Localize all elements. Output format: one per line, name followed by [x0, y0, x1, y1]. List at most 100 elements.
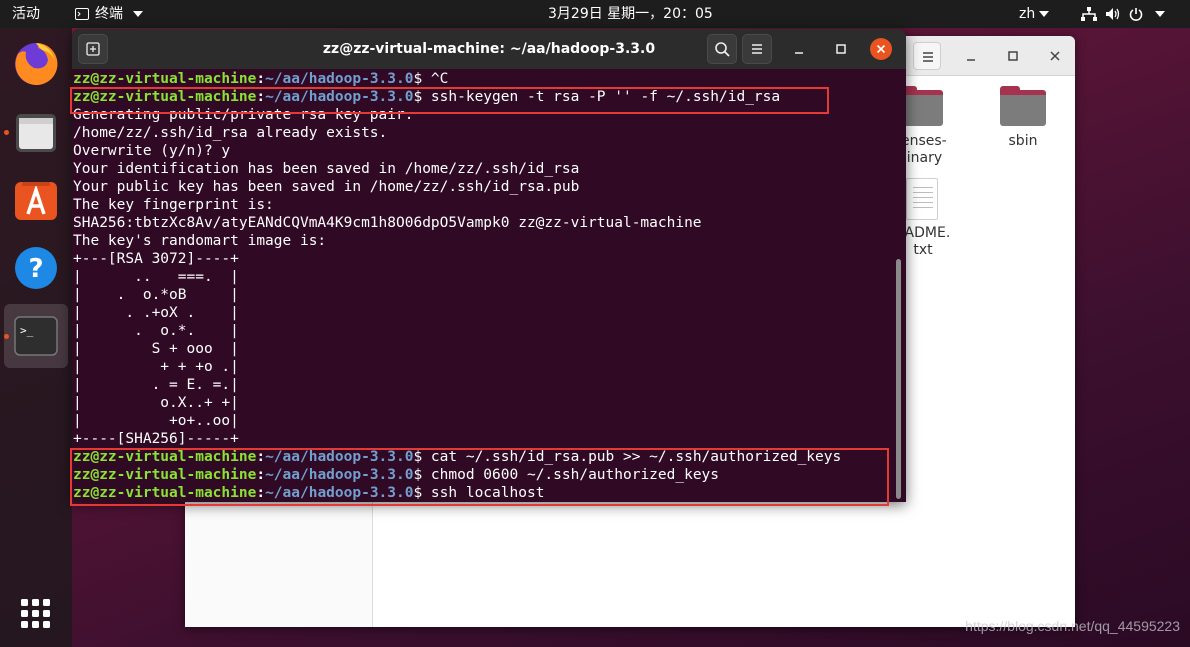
- prompt-separator: :: [256, 449, 266, 465]
- dock: ? >_: [0, 28, 72, 647]
- terminal-output-line: Overwrite (y/n)? y: [73, 142, 893, 160]
- output-text: +----[SHA256]-----+: [73, 431, 239, 447]
- terminal-window[interactable]: zz@zz-virtual-machine: ~/aa/hadoop-3.3.0…: [72, 29, 906, 502]
- text-file-icon[interactable]: [906, 178, 938, 220]
- output-text: /home/zz/.ssh/id_rsa already exists.: [73, 125, 388, 141]
- prompt-end: $: [413, 485, 423, 501]
- output-text: Overwrite (y/n)? y: [73, 143, 231, 159]
- terminal-output-line: SHA256:tbtzXc8Av/atyEANdCQVmA4K9cm1h8O06…: [73, 214, 893, 232]
- prompt-separator: :: [256, 71, 266, 87]
- terminal-output-line: Your identification has been saved in /h…: [73, 160, 893, 178]
- firefox-icon[interactable]: [12, 40, 60, 88]
- terminal-output-line: | . = E. =.|: [73, 376, 893, 394]
- terminal-output-line: Your public key has been saved in /home/…: [73, 178, 893, 196]
- terminal-output-line: | S + ooo |: [73, 340, 893, 358]
- terminal-app-icon: [75, 8, 89, 20]
- close-button[interactable]: [1041, 42, 1069, 70]
- input-method-menu[interactable]: zh: [1019, 0, 1050, 28]
- output-text: Your identification has been saved in /h…: [73, 161, 580, 177]
- app-grid-icon[interactable]: [12, 590, 60, 638]
- command-text: chmod 0600 ~/.ssh/authorized_keys: [422, 467, 720, 483]
- command-text: ssh localhost: [422, 485, 545, 501]
- file-label-line: sbin: [1008, 133, 1038, 149]
- prompt-end: $: [413, 89, 423, 105]
- file-manager-menu-button[interactable]: [913, 42, 941, 70]
- volume-icon: [1105, 7, 1121, 21]
- terminal-output-line: | . o.*. |: [73, 322, 893, 340]
- terminal-command-line: zz@zz-virtual-machine:~/aa/hadoop-3.3.0$…: [73, 466, 893, 484]
- output-text: | S + ooo |: [73, 341, 239, 357]
- chevron-down-icon: [133, 11, 143, 17]
- system-status-menu[interactable]: [1081, 0, 1165, 28]
- network-icon: [1081, 7, 1097, 21]
- terminal-command-line: zz@zz-virtual-machine:~/aa/hadoop-3.3.0$…: [73, 448, 893, 466]
- output-text: | . .+oX . |: [73, 305, 239, 321]
- top-bar: 活动 终端 3月29日 星期一，20：05 zh: [0, 0, 1190, 28]
- terminal-titlebar[interactable]: zz@zz-virtual-machine: ~/aa/hadoop-3.3.0: [72, 29, 906, 69]
- new-tab-button[interactable]: [78, 34, 108, 64]
- prompt-end: $: [413, 467, 423, 483]
- search-button[interactable]: [707, 34, 737, 64]
- output-text: | +o+..oo|: [73, 413, 239, 429]
- terminal-output-line: | .. ===. |: [73, 268, 893, 286]
- terminal-icon[interactable]: >_: [12, 312, 60, 360]
- folder-icon[interactable]: [1000, 86, 1046, 126]
- terminal-command-line: zz@zz-virtual-machine:~/aa/hadoop-3.3.0$…: [73, 88, 893, 106]
- watermark: https://blog.csdn.net/qq_44595223: [965, 618, 1180, 634]
- prompt-separator: :: [256, 89, 266, 105]
- scrollbar[interactable]: [896, 259, 901, 499]
- terminal-output-line: +---[RSA 3072]----+: [73, 250, 893, 268]
- terminal-title: zz@zz-virtual-machine: ~/aa/hadoop-3.3.0: [322, 41, 656, 57]
- close-button[interactable]: [870, 38, 892, 60]
- power-icon: [1129, 7, 1143, 21]
- terminal-output-line: | o.X..+ +|: [73, 394, 893, 412]
- terminal-output-line: The key's randomart image is:: [73, 232, 893, 250]
- prompt-user: zz@zz-virtual-machine: [73, 89, 257, 105]
- file-label[interactable]: sbin: [985, 133, 1061, 150]
- terminal-output-line: | . .+oX . |: [73, 304, 893, 322]
- minimize-button[interactable]: [957, 42, 985, 70]
- output-text: Your public key has been saved in /home/…: [73, 179, 580, 195]
- prompt-path: ~/aa/hadoop-3.3.0: [265, 71, 414, 87]
- activities-button[interactable]: 活动: [12, 0, 40, 28]
- prompt-path: ~/aa/hadoop-3.3.0: [265, 89, 414, 105]
- terminal-output-line: Generating public/private rsa key pair.: [73, 106, 893, 124]
- clock[interactable]: 3月29日 星期一，20：05: [548, 0, 713, 28]
- prompt-path: ~/aa/hadoop-3.3.0: [265, 485, 414, 501]
- output-text: | . o.*. |: [73, 323, 239, 339]
- prompt-separator: :: [256, 467, 266, 483]
- help-icon[interactable]: ?: [12, 244, 60, 292]
- prompt-end: $: [413, 71, 423, 87]
- app-menu-button[interactable]: 终端: [75, 0, 143, 28]
- command-text: ssh-keygen -t rsa -P '' -f ~/.ssh/id_rsa: [422, 89, 781, 105]
- output-text: +---[RSA 3072]----+: [73, 251, 239, 267]
- output-text: SHA256:tbtzXc8Av/atyEANdCQVmA4K9cm1h8O06…: [73, 215, 702, 231]
- output-text: The key's randomart image is:: [73, 233, 327, 249]
- maximize-button[interactable]: [826, 34, 856, 64]
- prompt-user: zz@zz-virtual-machine: [73, 449, 257, 465]
- maximize-button[interactable]: [999, 42, 1027, 70]
- output-text: | + + +o .|: [73, 359, 239, 375]
- command-text: cat ~/.ssh/id_rsa.pub >> ~/.ssh/authoriz…: [422, 449, 842, 465]
- prompt-user: zz@zz-virtual-machine: [73, 71, 257, 87]
- chevron-down-icon: [1155, 11, 1165, 17]
- minimize-button[interactable]: [784, 34, 814, 64]
- terminal-output[interactable]: zz@zz-virtual-machine:~/aa/hadoop-3.3.0$…: [73, 70, 893, 502]
- menu-button[interactable]: [742, 34, 772, 64]
- output-text: The key fingerprint is:: [73, 197, 274, 213]
- output-text: | o.X..+ +|: [73, 395, 239, 411]
- terminal-output-line: | +o+..oo|: [73, 412, 893, 430]
- prompt-path: ~/aa/hadoop-3.3.0: [265, 467, 414, 483]
- activities-label: 活动: [12, 6, 40, 22]
- prompt-separator: :: [256, 485, 266, 501]
- output-text: | . = E. =.|: [73, 377, 239, 393]
- files-icon[interactable]: [12, 108, 60, 156]
- chevron-down-icon: [1039, 11, 1050, 17]
- terminal-output-line: The key fingerprint is:: [73, 196, 893, 214]
- prompt-user: zz@zz-virtual-machine: [73, 467, 257, 483]
- app-menu-label: 终端: [95, 6, 123, 22]
- software-icon[interactable]: [12, 176, 60, 224]
- running-indicator: [4, 334, 9, 339]
- terminal-output-line: | + + +o .|: [73, 358, 893, 376]
- terminal-output-line: /home/zz/.ssh/id_rsa already exists.: [73, 124, 893, 142]
